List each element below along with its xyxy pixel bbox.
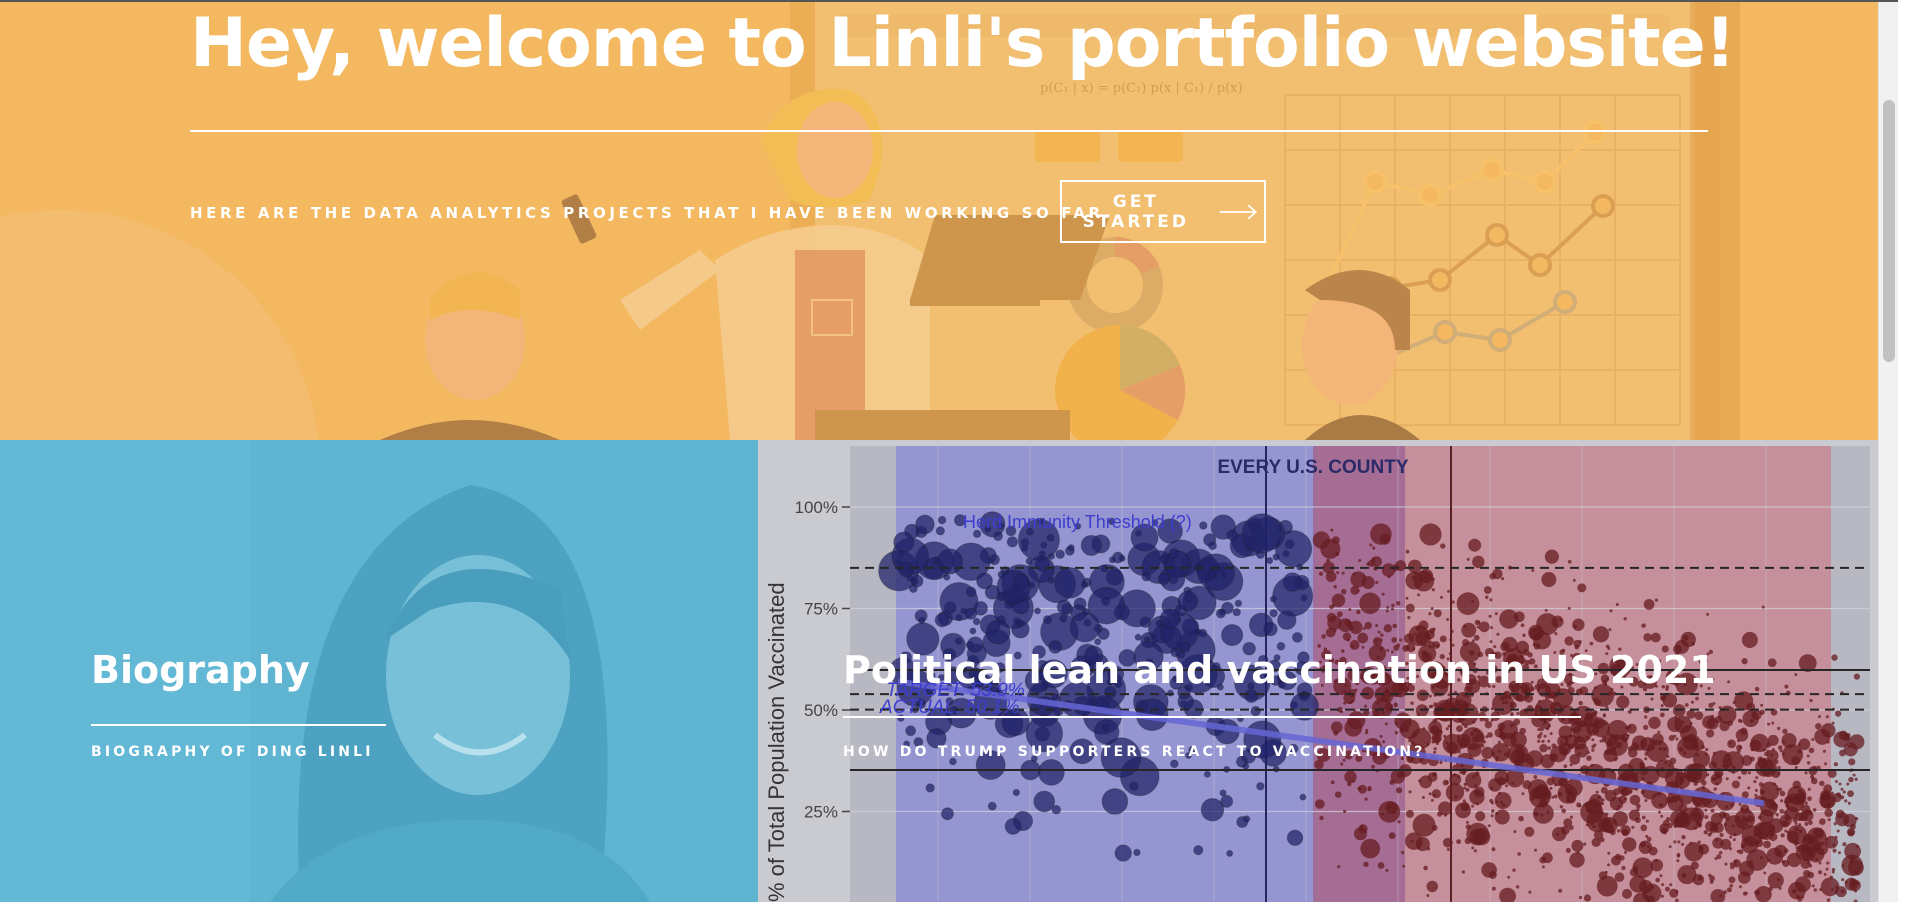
vertical-scrollbar[interactable] — [1878, 0, 1898, 902]
hero-divider — [190, 130, 1708, 132]
vaccination-subtitle: HOW DO TRUMP SUPPORTERS REACT TO VACCINA… — [843, 744, 1426, 760]
hero-subtitle: HERE ARE THE DATA ANALYTICS PROJECTS THA… — [190, 204, 1114, 222]
biography-divider — [91, 724, 386, 726]
portfolio-page: p(C₁ | x) = p(C₁) p(x | C₁) / p(x) Hey, … — [0, 0, 1898, 902]
arrow-right-icon — [1219, 204, 1257, 219]
biography-subtitle: BIOGRAPHY OF DING LINLI — [91, 744, 374, 760]
vaccination-title: Political lean and vaccination in US 202… — [843, 648, 1716, 692]
get-started-label: GET STARTED — [1082, 191, 1189, 232]
hero-title: Hey, welcome to Linli's portfolio websit… — [190, 4, 1736, 83]
scrollbar-thumb[interactable] — [1883, 100, 1895, 362]
tile-biography[interactable]: Biography BIOGRAPHY OF DING LINLI — [0, 440, 758, 902]
get-started-button[interactable]: GET STARTED — [1060, 180, 1266, 243]
biography-title: Biography — [91, 648, 310, 692]
hero-banner: p(C₁ | x) = p(C₁) p(x | C₁) / p(x) Hey, … — [0, 0, 1898, 440]
tile-political-lean-vaccination[interactable]: 100% 75% 50% 25%% of Total Population Vacci… — [758, 440, 1898, 902]
vaccination-divider — [843, 716, 1581, 718]
window-top-border — [0, 0, 1898, 2]
